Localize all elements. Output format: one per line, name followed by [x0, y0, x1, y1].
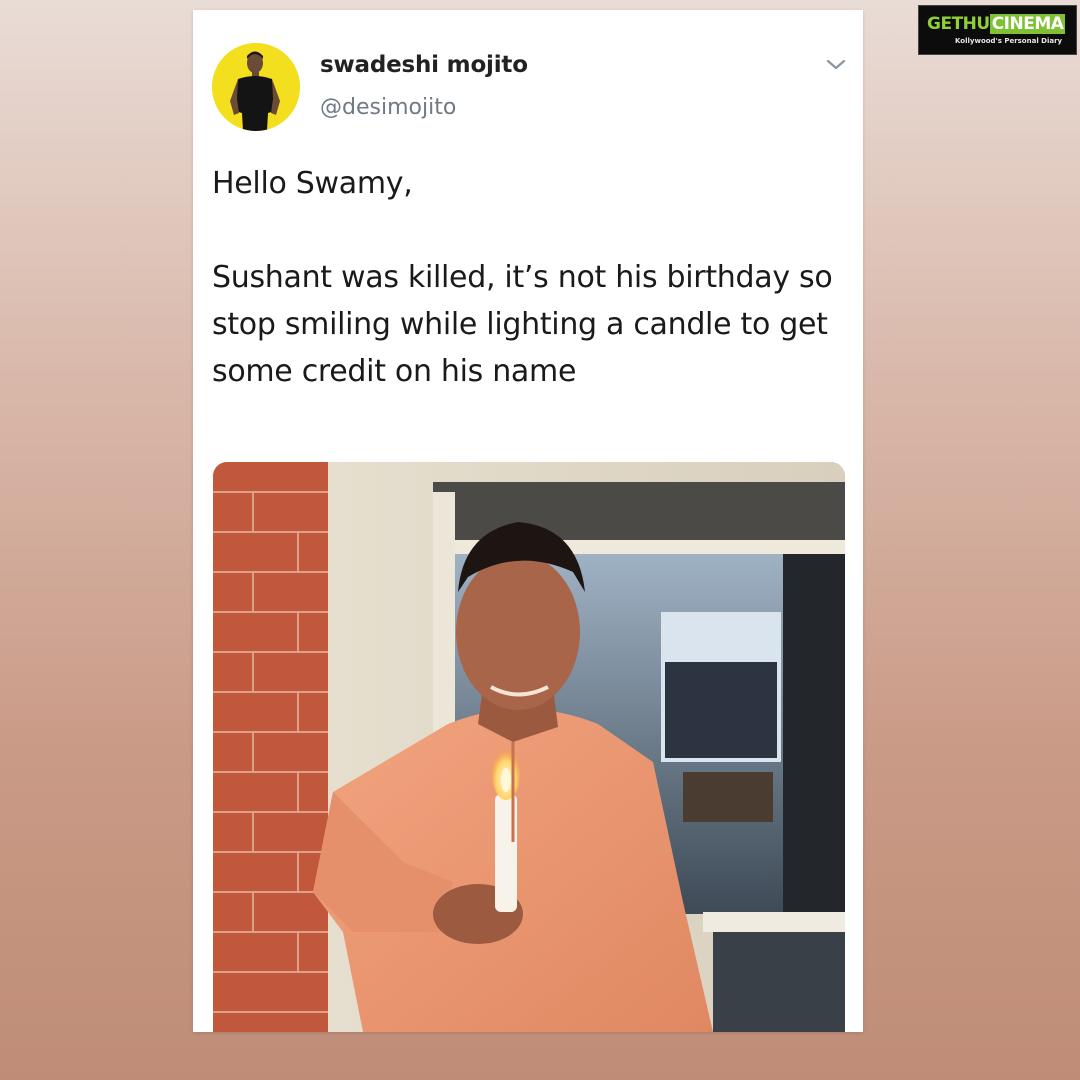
display-name[interactable]: swadeshi mojito: [320, 52, 528, 78]
gethu-cinema-logo: GETHU CINEMA Kollywood's Personal Diary: [918, 5, 1077, 55]
chevron-down-icon[interactable]: [825, 58, 847, 72]
logo-word-2: CINEMA: [989, 14, 1066, 34]
logo-word-1: GETHU: [927, 14, 990, 34]
tweet-paragraph: Sushant was killed, it’s not his birthda…: [212, 260, 833, 389]
avatar-person-image: [212, 43, 300, 131]
man-holding-candle-image: [213, 462, 845, 1032]
user-handle[interactable]: @desimojito: [320, 95, 456, 120]
tweet-text: Hello Swamy, Sushant was killed, it’s no…: [212, 160, 842, 395]
tweet-card: swadeshi mojito @desimojito Hello Swamy,…: [193, 10, 863, 1032]
logo-wordmark: GETHU CINEMA: [927, 12, 1066, 36]
logo-tagline: Kollywood's Personal Diary: [955, 37, 1063, 45]
tweet-paragraph: Hello Swamy,: [212, 166, 413, 201]
avatar[interactable]: [212, 43, 300, 131]
tweet-media-photo[interactable]: [213, 462, 845, 1032]
